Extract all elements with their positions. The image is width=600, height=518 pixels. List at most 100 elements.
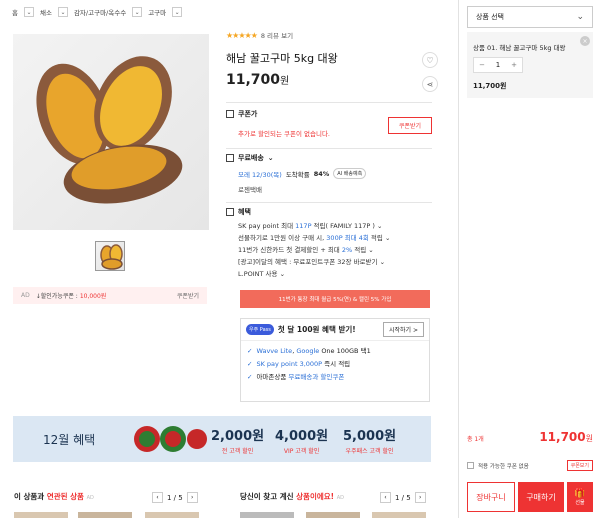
truck-icon [226,154,234,162]
related-pager: ‹ 1 / 5 › [152,492,198,503]
chevron-down-icon[interactable]: ⌄ [380,258,385,266]
chevron-down-icon[interactable]: ⌄ [268,154,274,162]
ad-coupon-get-button[interactable]: 쿠폰받기 [177,291,199,300]
next-icon[interactable]: › [414,492,426,503]
recommend-thumb[interactable] [306,512,360,518]
ad-label: AD [21,292,30,299]
gift-button[interactable]: 🎁 선물 [567,482,593,512]
shipping-date: 모레 12/30(목) [238,170,282,179]
chevron-down-icon[interactable]: ⌄ [132,7,143,17]
chevron-down-icon: ⌄ [576,12,584,22]
breadcrumb-home[interactable]: 홈 [12,7,18,17]
chevron-down-icon[interactable]: ⌄ [385,234,390,242]
banner-col: 5,000원 우주패스 고객 할인 [343,429,397,455]
coupon-get-button[interactable]: 쿠폰받기 [387,117,432,134]
rating-stars: ★★★★★ [226,30,258,40]
uplus-logo: 우주 Pass [246,324,274,335]
product-image[interactable] [13,34,209,230]
check-icon: ✓ [247,373,253,381]
heart-icon[interactable]: ♡ [422,52,438,68]
chevron-down-icon[interactable]: ⌄ [280,270,285,278]
uplus-box: 우주 Pass 첫 달 100원 혜택 받기! 시작하기 > ✓ Wavve Li… [240,318,430,402]
uplus-item: ✓ SK pay point 3,000P 즉시 적립 [247,360,351,368]
ad-coupon-bar[interactable]: AD ↓할인가능쿠폰 : 10,000원 쿠폰받기 [13,287,207,304]
quantity-value[interactable]: 1 [490,61,506,69]
banner-month: 12월 혜택 [43,432,96,447]
ad-coupon-label: ↓할인가능쿠폰 : [35,293,78,300]
rating[interactable]: ★★★★★ 8 리뷰 보기 [226,30,436,41]
zoom-logo [134,426,207,452]
banner-col: 2,000원 전 고객 할인 [211,429,265,455]
recommend-title: 당신이 찾고 계신 상품이에요! AD [240,492,344,501]
benefit-item[interactable]: [광고]이달의 혜택 : 무료포인트쿠폰 32장 바로받기 ⌄ [238,256,432,268]
product-title: 해남 꿀고구마 5kg 대왕 [226,52,338,65]
close-icon[interactable]: × [580,36,590,46]
option-select[interactable]: 상품 선택 ⌄ [467,6,593,28]
chevron-down-icon[interactable]: ⌄ [172,7,183,17]
gift-icon: 🎁 [574,488,586,499]
option-price: 11,700원 [473,82,507,90]
uplus-title: 첫 달 100원 혜택 받기! [277,325,356,334]
shipping-title[interactable]: 무료배송 [238,153,264,163]
shipping-section: 무료배송 ⌄ 모레 12/30(목) 도착확률 84% AI 배송예측 로젠택배 [226,148,432,196]
coupon-apply-label: 적용 가능한 쿠폰 없음 [478,463,529,470]
uplus-item: ✓ 아마존상품 무료배송과 할인쿠폰 [247,373,345,381]
prev-icon[interactable]: ‹ [380,492,391,503]
review-link[interactable]: 8 리뷰 보기 [261,30,293,40]
related-thumb[interactable] [14,512,68,518]
share-icon[interactable]: ⋖ [422,76,438,92]
coupon-title: 쿠폰가 [238,110,258,118]
benefit-item[interactable]: L.POINT 사용 ⌄ [238,268,432,280]
chevron-down-icon[interactable]: ⌄ [57,7,68,17]
quantity-stepper: − 1 + [473,57,523,73]
check-icon: ✓ [247,347,253,355]
check-icon: ✓ [247,360,253,368]
chevron-down-icon[interactable]: ⌄ [377,222,382,230]
selected-option: 상품 01. 해남 꿀고구마 5kg 대왕 × − 1 + 11,700원 [467,32,593,98]
promo-bar[interactable]: 11번가 통장 최대 월급 5%(연) & 캘린 5% 가입 [240,290,430,308]
benefit-item[interactable]: SK pay point 최대 117P 적립( FAMILY 117P ) ⌄ [238,220,432,232]
total: 총 1개 11,700원 [467,430,593,444]
breadcrumb-veg[interactable]: 채소 [40,7,52,17]
coupon-apply-row: 적용 가능한 쿠폰 없음 쿠폰보기 [467,460,593,471]
breadcrumb-potato[interactable]: 감자/고구마/옥수수 [74,7,126,17]
minus-button[interactable]: − [474,61,490,69]
breadcrumb: 홈 ⌄ 채소 ⌄ 감자/고구마/옥수수 ⌄ 고구마 ⌄ [12,7,183,17]
ad-coupon-amount: 10,000원 [79,293,107,300]
product-info: ★★★★★ 8 리뷰 보기 해남 꿀고구마 5kg 대왕 11,700원 ♡ ⋖… [226,30,438,278]
chevron-down-icon[interactable]: ⌄ [368,246,373,254]
coupon-section: 쿠폰가 추가로 할인되는 쿠폰이 없습니다. 쿠폰받기 [226,102,432,144]
related-title: 이 상품과 연관된 상품 AD [14,492,94,501]
recommend-thumb[interactable] [240,512,294,518]
total-price: 11,700원 [539,430,593,444]
cart-button[interactable]: 장바구니 [467,482,515,512]
uplus-item: ✓ Wavve Lite, Google One 100GB 택1 [247,347,371,355]
action-buttons: 장바구니 구매하기 🎁 선물 [467,482,593,512]
benefit-title: 혜택 [238,208,251,216]
related-thumb[interactable] [78,512,132,518]
gift-icon [226,208,234,216]
coupon-view-button[interactable]: 쿠폰보기 [566,460,593,471]
recommend-pager: ‹ 1 / 5 › [380,492,426,503]
purchase-panel: 상품 선택 ⌄ 상품 01. 해남 꿀고구마 5kg 대왕 × − 1 + 11… [458,0,600,518]
next-icon[interactable]: › [186,492,198,503]
coupon-checkbox[interactable] [467,462,474,469]
ai-delivery-badge[interactable]: AI 배송예측 [333,168,367,179]
benefit-item[interactable]: 선물하기로 1만원 이상 구매 시, 300P 최대 4회 적립 ⌄ [238,232,432,244]
chevron-down-icon[interactable]: ⌄ [23,7,34,17]
recommend-thumb[interactable] [372,512,426,518]
prev-icon[interactable]: ‹ [152,492,163,503]
arrival-label: 도착확률 [285,170,310,179]
uplus-start-button[interactable]: 시작하기 > [382,322,424,337]
promo-banner[interactable]: 12월 혜택 2,000원 전 고객 할인 4,000원 VIP 고객 할인 5,0… [13,416,431,462]
benefit-item[interactable]: 11번가 신한카드 첫 결제할인 + 최대 2% 적립 ⌄ [238,244,432,256]
breadcrumb-sweetpotato[interactable]: 고구마 [148,7,166,17]
coupon-icon [226,110,234,118]
plus-button[interactable]: + [506,61,522,69]
total-count: 총 1개 [467,436,484,443]
related-thumb[interactable] [145,512,199,518]
thumbnail-image[interactable] [95,241,125,271]
product-price: 11,700원 [226,72,290,88]
courier: 로젠택배 [238,186,262,194]
buy-button[interactable]: 구매하기 [518,482,564,512]
